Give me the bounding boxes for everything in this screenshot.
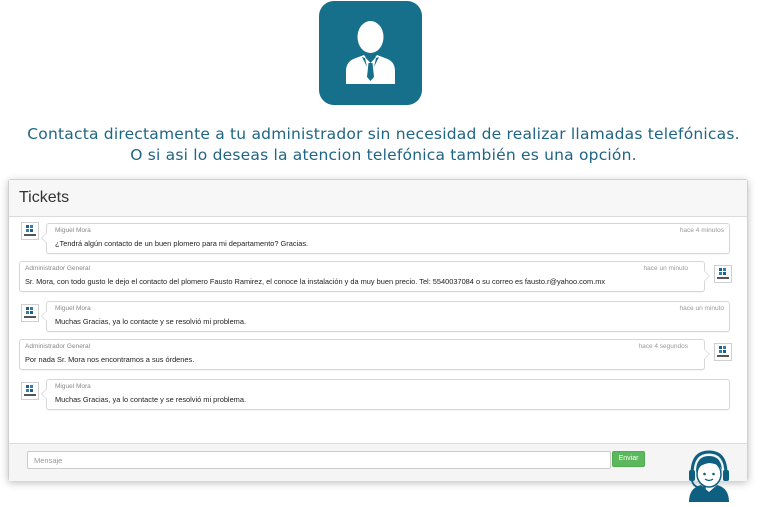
avatar <box>21 382 39 400</box>
avatar <box>21 222 39 240</box>
message-author: Administrador General <box>25 343 91 350</box>
send-button[interactable]: Enviar <box>612 451 645 467</box>
panel-heading: Tickets <box>9 180 747 217</box>
headset-support-icon <box>679 448 739 502</box>
tagline-line-2: O si asi lo deseas la atencion telefónic… <box>130 146 637 164</box>
message-text: Sr. Mora, con todo gusto le dejo el cont… <box>25 277 606 286</box>
chat-message: Administrador General hace 4 segundos Po… <box>19 339 710 370</box>
mosaico-logo-icon <box>24 385 36 396</box>
avatar <box>714 265 732 283</box>
avatar <box>714 343 732 361</box>
message-author: Miguel Mora <box>55 383 91 390</box>
message-text: Muchas Gracias, ya lo contacte y se reso… <box>55 395 247 404</box>
message-composer: Enviar <box>9 443 747 481</box>
mosaico-logo-icon <box>717 346 729 357</box>
message-author: Administrador General <box>25 265 91 272</box>
panel-title: Tickets <box>19 189 70 206</box>
message-text: ¿Tendrá algún contacto de un buen plomer… <box>55 239 309 248</box>
chat-message: Miguel Mora hace un minuto Muchas Gracia… <box>41 301 730 332</box>
message-author: Miguel Mora <box>55 305 91 312</box>
chat-message: Administrador General hace un minuto Sr.… <box>19 261 710 292</box>
message-input[interactable] <box>27 451 611 469</box>
tagline-line-1: Contacta directamente a tu administrador… <box>27 125 740 143</box>
message-author: Miguel Mora <box>55 227 91 234</box>
mosaico-logo-icon <box>24 307 36 318</box>
message-time: hace 4 segundos <box>638 343 688 350</box>
mosaico-logo-icon <box>24 225 36 236</box>
message-text: Muchas Gracias, ya lo contacte y se reso… <box>55 317 247 326</box>
tickets-panel: Tickets Miguel Mora hace 4 minutos ¿Tend… <box>8 179 748 481</box>
message-time: hace un minuto <box>643 265 688 272</box>
chat-message: Miguel Mora hace 4 minutos ¿Tendrá algún… <box>41 223 730 254</box>
message-time: hace un minuto <box>679 305 724 312</box>
message-text: Por nada Sr. Mora nos encontramos a sus … <box>25 355 195 364</box>
mosaico-logo-icon <box>717 268 729 279</box>
avatar <box>21 304 39 322</box>
message-time: hace 4 minutos <box>679 227 724 234</box>
businessman-icon <box>319 1 422 105</box>
chat-message: Miguel Mora Muchas Gracias, ya lo contac… <box>41 379 730 410</box>
